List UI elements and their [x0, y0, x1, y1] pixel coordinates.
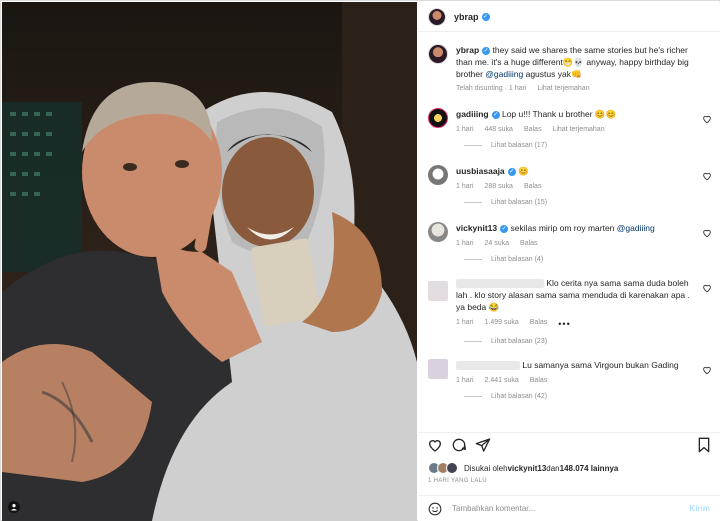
comment-reply-button[interactable]: Balas	[530, 319, 548, 329]
view-replies-link[interactable]: Lihat balasan (15)	[464, 199, 700, 206]
comment-avatar[interactable]	[428, 108, 448, 128]
comment-likes[interactable]: 24 suka	[485, 240, 510, 247]
comment-reply-button[interactable]: Balas	[530, 377, 548, 384]
comment-username[interactable]: uusbiasaaja	[456, 166, 505, 176]
verified-badge-icon: ✓	[491, 110, 500, 119]
comment-item: Klo cerita nya sama sama duda boleh lah …	[418, 277, 720, 345]
comments-list: ybrap ✓ they said we shares the same stor…	[418, 40, 720, 428]
comment-time: 1 hari	[456, 319, 474, 326]
liker-avatars[interactable]	[428, 462, 458, 474]
comment-text: Lop u!!! Thank u brother 😊😊	[501, 109, 617, 119]
likes-user[interactable]: vickynit13	[508, 464, 547, 473]
verified-badge-icon: ✓	[481, 12, 490, 21]
comment-avatar[interactable]	[428, 165, 448, 185]
comment-username[interactable]: vickynit13	[456, 223, 497, 233]
author-username[interactable]: ybrap	[454, 12, 479, 22]
comment-icon[interactable]	[451, 437, 467, 453]
post-details-panel: ybrap ✓ ybrap ✓ they said we shares the s…	[418, 2, 720, 521]
likes-count[interactable]: 148.074 lainnya	[560, 464, 619, 473]
like-comment-heart-icon[interactable]	[702, 114, 712, 124]
view-replies-link[interactable]: Lihat balasan (4)	[464, 256, 700, 263]
caption-tail: agustus yak👊	[523, 69, 582, 79]
verified-badge-icon: ✓	[482, 46, 491, 55]
redacted-username	[456, 279, 544, 289]
post-actions-bar	[418, 432, 720, 458]
save-bookmark-icon[interactable]	[697, 437, 711, 453]
comment-text: Lu samanya sama Virgoun bukan Gading	[522, 360, 679, 370]
comment-likes[interactable]: 448 suka	[485, 126, 513, 133]
likes-summary: Disukai oleh vickynit13 dan 148.074 lain…	[428, 462, 618, 474]
likes-mid: dan	[546, 463, 560, 473]
comment-time: 1 hari	[456, 183, 474, 190]
comment-input[interactable]: Tambahkan komentar...	[452, 504, 690, 513]
comment-translate-link[interactable]: Lihat terjemahan	[552, 126, 604, 133]
comment-likes[interactable]: 1.499 suka	[485, 319, 519, 329]
instagram-post-window: ybrap ✓ ybrap ✓ they said we shares the s…	[0, 0, 720, 521]
comment-text: 😊	[518, 166, 529, 176]
comment-text: sekilas mirip om roy marten	[510, 223, 617, 233]
comment-likes[interactable]: 288 suka	[485, 183, 513, 190]
like-comment-heart-icon[interactable]	[702, 228, 712, 238]
like-comment-heart-icon[interactable]	[702, 283, 712, 293]
view-replies-link[interactable]: Lihat balasan (17)	[464, 142, 700, 149]
comment-item: uusbiasaaja ✓ 😊 1 hari 288 suka Balas Lih…	[418, 165, 720, 206]
comment-time: 1 hari	[456, 126, 474, 133]
comment-reply-button[interactable]: Balas	[520, 240, 538, 247]
redacted-username	[456, 361, 520, 371]
comment-avatar[interactable]	[428, 359, 448, 379]
emoji-icon[interactable]	[428, 502, 442, 516]
comment-reply-button[interactable]: Balas	[524, 126, 542, 133]
likes-prefix: Disukai oleh	[464, 463, 508, 473]
comment-item: Lu samanya sama Virgoun bukan Gading 1 h…	[418, 359, 720, 400]
more-options-icon[interactable]: •••	[558, 319, 570, 329]
post-photo[interactable]	[2, 2, 417, 521]
add-comment-bar: Tambahkan komentar... Kirim	[418, 495, 720, 521]
post-comment-button[interactable]: Kirim	[690, 504, 710, 513]
tagged-user-icon[interactable]	[8, 501, 20, 513]
view-replies-link[interactable]: Lihat balasan (23)	[464, 338, 700, 345]
caption-translate-link[interactable]: Lihat terjemahan	[537, 85, 589, 92]
verified-badge-icon: ✓	[500, 224, 509, 233]
caption: ybrap ✓ they said we shares the same stor…	[418, 44, 720, 92]
comment-username[interactable]: gadiiing	[456, 109, 489, 119]
verified-badge-icon: ✓	[507, 167, 516, 176]
caption-edited: Telah disunting · 1 hari	[456, 85, 527, 92]
comment-reply-button[interactable]: Balas	[524, 183, 542, 190]
like-heart-icon[interactable]	[427, 437, 443, 453]
comment-likes[interactable]: 2.441 suka	[485, 377, 519, 384]
comment-time: 1 hari	[456, 240, 474, 247]
like-comment-heart-icon[interactable]	[702, 365, 712, 375]
author-avatar[interactable]	[428, 7, 446, 26]
view-replies-link[interactable]: Lihat balasan (42)	[464, 393, 700, 400]
comment-avatar[interactable]	[428, 281, 448, 301]
caption-username[interactable]: ybrap	[456, 45, 479, 55]
comment-avatar[interactable]	[428, 222, 448, 242]
comment-item: gadiiing ✓ Lop u!!! Thank u brother 😊😊 1 …	[418, 108, 720, 149]
post-header: ybrap ✓	[418, 2, 720, 32]
caption-mention[interactable]: @gadiiing	[485, 69, 523, 79]
comment-item: vickynit13 ✓ sekilas mirip om roy marten …	[418, 222, 720, 263]
comment-time: 1 hari	[456, 377, 474, 384]
comment-mention[interactable]: @gadiiing	[617, 223, 655, 233]
like-comment-heart-icon[interactable]	[702, 171, 712, 181]
share-paper-plane-icon[interactable]	[475, 437, 491, 453]
caption-avatar[interactable]	[428, 44, 448, 64]
post-date: 1 HARI YANG LALU	[428, 478, 487, 484]
